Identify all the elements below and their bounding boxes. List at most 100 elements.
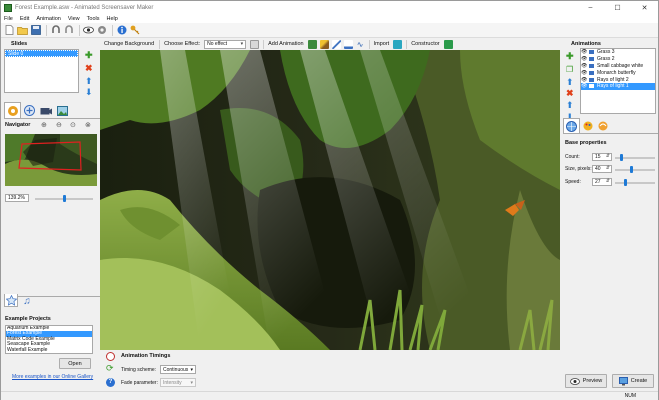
speed-value: 27: [595, 179, 601, 185]
slide-item[interactable]: Slide 0: [5, 50, 78, 57]
constructor-icon[interactable]: [443, 39, 453, 49]
tab-camera[interactable]: [39, 104, 52, 117]
add-image-animation-icon[interactable]: [307, 39, 317, 49]
tab-settings[interactable]: [4, 102, 21, 118]
zoom-level-field[interactable]: 139.2%: [5, 194, 29, 202]
animation-row-selected[interactable]: 👁 Rays of light 1: [581, 82, 655, 90]
import-icon[interactable]: [393, 39, 403, 49]
menu-view[interactable]: View: [68, 16, 80, 22]
size-slider[interactable]: [615, 166, 655, 173]
draw-path-icon[interactable]: [319, 39, 329, 49]
undo-icon[interactable]: [50, 25, 61, 36]
list-item[interactable]: Waterfall Example: [6, 347, 92, 353]
move-slide-down-icon[interactable]: ⬇: [85, 88, 93, 97]
visibility-eye-icon[interactable]: 👁: [581, 56, 589, 62]
visibility-eye-icon[interactable]: 👁: [581, 70, 589, 76]
tab-image[interactable]: [56, 104, 69, 117]
animation-row[interactable]: 👁 Rays of light 2: [581, 76, 655, 83]
open-example-button[interactable]: Open: [59, 358, 91, 369]
fade-parameter-select[interactable]: Intensity ▾: [160, 378, 196, 387]
animation-row[interactable]: 👁 Grass 3: [581, 49, 655, 56]
count-slider[interactable]: [615, 154, 655, 161]
speed-slider[interactable]: [615, 179, 655, 186]
close-button[interactable]: ✕: [631, 1, 658, 14]
animation-row[interactable]: 👁 Small cabbage white: [581, 63, 655, 70]
options-icon[interactable]: [96, 25, 107, 36]
delete-animation-icon[interactable]: ✖: [566, 89, 574, 98]
music-icon[interactable]: ♫: [21, 295, 33, 307]
key-icon[interactable]: [129, 25, 140, 36]
tab-examples[interactable]: [4, 294, 18, 307]
tab-base-properties[interactable]: [563, 118, 580, 133]
preview-eye-icon[interactable]: [83, 25, 94, 36]
chart-animation-icon[interactable]: [343, 39, 353, 49]
refresh-icon[interactable]: ⟳: [106, 364, 114, 373]
zoom-slider-thumb[interactable]: [62, 195, 66, 202]
menu-edit[interactable]: Edit: [20, 16, 29, 22]
effect-settings-icon[interactable]: [250, 39, 260, 49]
create-button[interactable]: Create: [612, 374, 654, 388]
info-icon[interactable]: [116, 25, 127, 36]
globe-icon: [566, 120, 577, 132]
menu-animation[interactable]: Animation: [36, 16, 60, 22]
count-spinbox[interactable]: 15: [592, 153, 612, 161]
move-animation-up-icon[interactable]: ⬆: [566, 78, 574, 87]
maximize-button[interactable]: ☐: [604, 1, 631, 14]
delete-slide-icon[interactable]: ✖: [85, 64, 93, 73]
redo-icon[interactable]: [63, 25, 74, 36]
zoom-fit-icon[interactable]: ⊙: [70, 122, 77, 129]
tab-appearance[interactable]: [582, 120, 594, 132]
animation-row[interactable]: 👁 Grass 2: [581, 56, 655, 63]
example-projects-list[interactable]: Aquarium Example Forest Example Matrix C…: [5, 325, 93, 354]
speed-slider-thumb[interactable]: [624, 179, 628, 186]
animations-list[interactable]: 👁 Grass 3 👁 Grass 2 👁 Small cabbage white 👁…: [580, 48, 656, 114]
help-icon[interactable]: ?: [106, 378, 115, 387]
zoom-actual-icon[interactable]: ⊗: [85, 122, 92, 129]
visibility-eye-icon[interactable]: 👁: [581, 49, 589, 55]
speed-spinbox[interactable]: 27: [592, 178, 612, 186]
tab-add[interactable]: [23, 104, 36, 117]
timing-scheme-select[interactable]: Continuous ▾: [160, 365, 196, 374]
animation-row[interactable]: 👁 Monarch butterfly: [581, 69, 655, 76]
save-icon[interactable]: [30, 25, 41, 36]
tab-motion[interactable]: [597, 120, 609, 132]
zoom-slider[interactable]: [35, 195, 93, 202]
count-slider-thumb[interactable]: [619, 154, 623, 161]
slides-list[interactable]: Slide 0: [4, 49, 79, 93]
move-slide-up-icon[interactable]: ⬆: [85, 77, 93, 86]
open-folder-icon[interactable]: [17, 25, 28, 36]
constructor-label[interactable]: Constructor: [411, 41, 439, 47]
online-gallery-link[interactable]: More examples in our Online Gallery: [12, 374, 93, 380]
example-projects-header: Example Projects: [5, 316, 51, 322]
navigator-header: Navigator: [5, 122, 31, 128]
new-file-icon[interactable]: [4, 25, 15, 36]
copy-animation-icon[interactable]: ❐: [566, 66, 573, 74]
size-spinbox[interactable]: 40: [592, 165, 612, 173]
add-slide-icon[interactable]: ✚: [85, 51, 93, 60]
navigator-thumbnail[interactable]: [5, 134, 97, 186]
size-label: Size, pixels:: [565, 166, 592, 172]
line-icon[interactable]: [331, 39, 341, 49]
preview-button-label: Preview: [582, 378, 603, 384]
zoom-in-icon[interactable]: ⊕: [41, 122, 48, 129]
visibility-eye-icon[interactable]: 👁: [581, 63, 589, 69]
effect-select[interactable]: No effect: [204, 39, 247, 49]
change-background-button[interactable]: Change Background: [104, 41, 154, 47]
add-animation-icon[interactable]: ✚: [566, 52, 574, 61]
move-animation-down-icon[interactable]: ⬆: [566, 101, 574, 110]
menu-help[interactable]: Help: [107, 16, 118, 22]
timing-scheme-value: Continuous: [163, 367, 189, 373]
visibility-eye-icon[interactable]: 👁: [581, 77, 589, 83]
minimize-button[interactable]: –: [577, 1, 604, 14]
wave-icon[interactable]: ∿: [356, 40, 365, 49]
menu-file[interactable]: File: [4, 16, 13, 22]
animation-label: Grass 2: [597, 56, 615, 63]
slide-canvas[interactable]: [100, 50, 560, 350]
import-label[interactable]: Import: [374, 41, 390, 47]
menu-tools[interactable]: Tools: [87, 16, 100, 22]
zoom-out-icon[interactable]: ⊖: [56, 122, 63, 129]
preview-button[interactable]: Preview: [565, 374, 607, 388]
size-slider-thumb[interactable]: [629, 166, 633, 173]
forest-background-image: [100, 50, 560, 350]
visibility-eye-icon[interactable]: 👁: [581, 83, 589, 89]
